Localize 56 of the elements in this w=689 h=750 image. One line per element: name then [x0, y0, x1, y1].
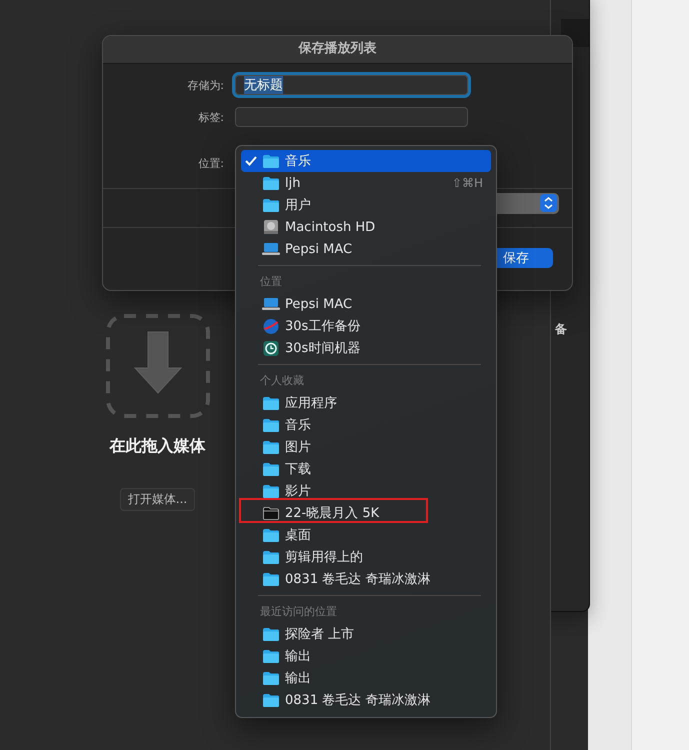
stepper-icon: [540, 194, 557, 212]
folder-icon: [262, 176, 280, 190]
round-badge-icon: [262, 318, 280, 334]
menu-item[interactable]: 影片: [241, 480, 491, 502]
menu-item[interactable]: 应用程序: [241, 392, 491, 414]
tags-field[interactable]: [235, 107, 468, 127]
menu-item[interactable]: 22-晓晨月入 5K: [241, 502, 491, 524]
menu-item[interactable]: ljh ⇧⌘H: [241, 172, 491, 194]
shortcut-label: ⇧⌘H: [452, 176, 483, 190]
laptop-icon: [262, 298, 280, 310]
menu-item[interactable]: 下载: [241, 458, 491, 480]
folder-icon: [262, 440, 280, 454]
laptop-icon: [262, 243, 280, 255]
folder-icon: [262, 462, 280, 476]
menu-item[interactable]: 剪辑用得上的: [241, 546, 491, 568]
field-label: 标签:: [197, 110, 225, 124]
folder-icon: [262, 572, 280, 586]
menu-item[interactable]: 用户: [241, 194, 491, 216]
menu-section-header: 位置: [259, 274, 283, 290]
menu-item[interactable]: 探险者 上市: [241, 623, 491, 645]
drop-hint: 在此拖入媒体: [110, 436, 206, 457]
folder-icon: [262, 506, 280, 520]
menu-item[interactable]: 图片: [241, 436, 491, 458]
folder-icon: [262, 528, 280, 542]
menu-item[interactable]: Pepsi MAC: [241, 238, 491, 260]
folder-icon: [262, 672, 280, 684]
dialog-title: 保存播放列表: [103, 36, 572, 64]
menu-item[interactable]: 音乐: [241, 414, 491, 436]
menu-item[interactable]: 30s时间机器: [241, 337, 491, 359]
folder-icon: [262, 484, 280, 498]
field-label: 存储为:: [186, 78, 225, 92]
folder-icon: [262, 628, 280, 640]
field-label: 位置:: [197, 156, 225, 170]
folder-icon: [262, 198, 280, 212]
menu-item[interactable]: 输出: [241, 667, 491, 689]
menu-item[interactable]: 输出: [241, 645, 491, 667]
menu-section-header: 最近访问的位置: [259, 604, 338, 620]
menu-item[interactable]: 桌面: [241, 524, 491, 546]
menu-item[interactable]: 30s工作备份: [241, 315, 491, 337]
menu-item[interactable]: 0831 卷毛达 奇瑞冰激淋: [241, 568, 491, 590]
folder-icon: [262, 550, 280, 564]
menu-item[interactable]: 音乐: [241, 150, 491, 172]
menu-item[interactable]: Macintosh HD: [241, 216, 491, 238]
menu-item[interactable]: 0831 卷毛达 奇瑞冰激淋: [241, 689, 491, 711]
folder-icon: [262, 154, 280, 168]
open-media-button[interactable]: 打开媒体...: [120, 488, 196, 511]
folder-icon: [262, 650, 280, 662]
checkmark-icon: [245, 156, 257, 166]
panel-label: 备: [555, 321, 567, 338]
name-field[interactable]: 无标题: [235, 75, 468, 95]
menu-section-header: 个人收藏: [259, 373, 305, 389]
folder-icon: [262, 694, 280, 706]
clock-icon: [262, 340, 280, 356]
folder-icon: [262, 396, 280, 410]
folder-icon: [262, 418, 280, 432]
menu-item[interactable]: Pepsi MAC: [241, 293, 491, 315]
